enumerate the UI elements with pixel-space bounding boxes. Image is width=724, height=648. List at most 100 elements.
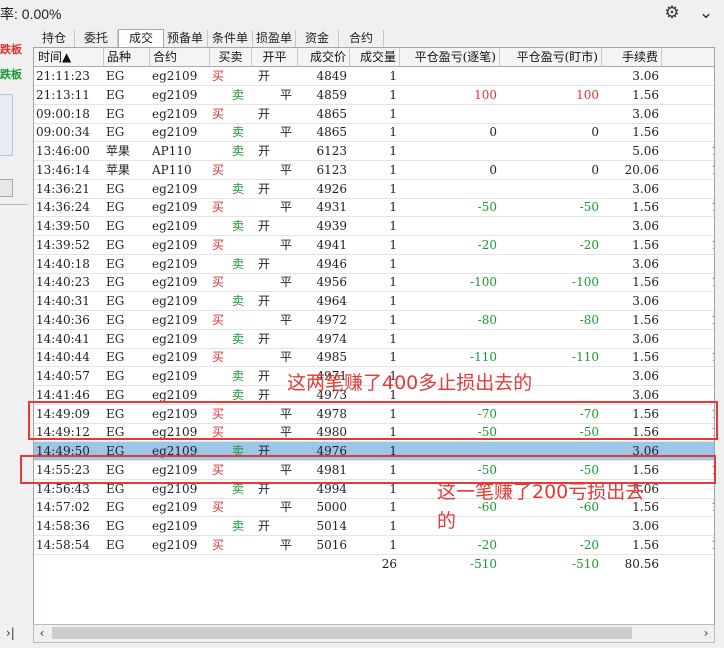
tab-trades[interactable]: 成交 — [118, 29, 164, 49]
tab-stop-orders[interactable]: 损盈单 — [253, 30, 296, 47]
table-row[interactable]: 14:58:36 EG eg2109 卖开 5014 1 3.06 — [34, 517, 714, 536]
cell-contract: eg2109 — [152, 106, 198, 121]
cell-qty: 1 — [389, 69, 397, 83]
cell-pnl2: -50 — [579, 200, 599, 215]
annotation-note-2-line2: 的 — [437, 510, 457, 532]
tab-funds[interactable]: 资金 — [296, 30, 339, 47]
cell-fee: 5.06 — [632, 144, 659, 158]
tab-positions[interactable]: 持仓 — [34, 30, 75, 47]
cell-side: 买 — [212, 500, 225, 515]
cell-oc: 开 — [258, 331, 271, 346]
annotation-note-1: 这两笔赚了400多止损出去的 — [287, 372, 533, 394]
col-extra[interactable]: f — [662, 48, 715, 66]
table-row[interactable]: 13:46:00苹果AP110卖开612315.061 — [34, 142, 714, 161]
table-row[interactable]: 09:00:18 EG eg2109 买 开 4865 1 3.06 — [34, 105, 714, 124]
cell-time: 09:00:18 — [36, 106, 90, 121]
cell-price: 4926 — [316, 181, 347, 196]
tab-orders[interactable]: 委托 — [75, 30, 118, 47]
cell-extra — [662, 255, 714, 273]
cell-time: 14:40:57 — [36, 369, 90, 383]
cell-contract: eg2109 — [152, 237, 198, 252]
cell-pnl2: -80 — [579, 312, 599, 327]
cell-pnl2: -100 — [572, 275, 599, 290]
col-contract[interactable]: 合约 — [150, 48, 210, 66]
cell-extra — [662, 105, 714, 123]
side-panel-box[interactable] — [0, 94, 13, 156]
col-kind[interactable]: 品种 — [104, 48, 150, 66]
cell-extra: 1 — [662, 498, 714, 516]
tab-preset-orders[interactable]: 预备单 — [163, 30, 208, 47]
table-row[interactable]: 14:40:41 EG eg2109 卖开 4974 1 3.06 — [34, 330, 714, 349]
table-row[interactable]: 14:39:50 EG eg2109 卖开 4939 1 3.06 — [34, 217, 714, 236]
table-row[interactable]: 14:36:24EGeg2109买平49311-50-501.561 — [34, 198, 714, 218]
scroll-left-icon[interactable]: ‹ — [34, 625, 50, 642]
cell-kind: EG — [106, 237, 125, 252]
cell-pnl1 — [400, 67, 497, 85]
cell-side: 卖 — [231, 219, 244, 233]
cell-extra: 1 — [662, 311, 714, 329]
cell-side: 买 — [212, 200, 225, 215]
col-price[interactable]: 成交价 — [298, 48, 350, 66]
col-pnl-market[interactable]: 平仓盈亏(盯市) — [500, 48, 602, 66]
cell-price: 5016 — [316, 537, 347, 552]
cell-price: 4964 — [316, 294, 347, 308]
cell-pnl2: -20 — [579, 237, 599, 252]
table-row[interactable]: 09:00:34 EG eg2109 卖 平 4865 1 0 0 1.56 — [34, 123, 714, 143]
cell-kind: EG — [106, 500, 125, 515]
side-panel-button[interactable] — [0, 179, 13, 197]
col-pnl-trade[interactable]: 平仓盈亏(逐笔) — [400, 48, 500, 66]
table-row[interactable]: 14:40:31 EG eg2109 卖开 4964 1 3.06 — [34, 292, 714, 311]
col-open-close[interactable]: 开平 — [252, 48, 298, 66]
col-qty[interactable]: 成交量 — [350, 48, 400, 66]
cell-contract: eg2109 — [152, 294, 198, 308]
cell-contract: eg2109 — [152, 537, 198, 552]
divider — [0, 204, 28, 205]
col-fee[interactable]: 手续费 — [602, 48, 662, 66]
table-row[interactable]: 14:40:23EGeg2109买平49561-100-1001.561 — [34, 273, 714, 293]
cell-time: 14:39:52 — [36, 237, 90, 252]
table-row[interactable]: 14:40:18 EG eg2109 卖开 4946 1 3.06 — [34, 255, 714, 274]
cell-kind: EG — [106, 312, 125, 327]
collapse-panel-icon[interactable]: ›| — [6, 626, 15, 640]
table-row[interactable]: 14:58:54EGeg2109买平50161-20-201.561 — [34, 536, 714, 555]
cell-side: 买 — [212, 537, 225, 552]
cell-contract: eg2109 — [152, 500, 198, 515]
table-row[interactable]: 14:39:52EGeg2109买平49411-20-201.561 — [34, 236, 714, 255]
scroll-right-icon[interactable]: › — [698, 625, 714, 642]
cell-extra — [662, 292, 714, 310]
cell-fee: 20.06 — [624, 162, 659, 177]
table-row[interactable]: 14:40:36EGeg2109买平49721-80-801.561 — [34, 311, 714, 330]
cell-fee: 3.06 — [632, 181, 659, 196]
cell-time: 13:46:00 — [36, 144, 90, 158]
cell-oc: 开 — [258, 106, 271, 121]
table-row[interactable]: 21:11:23 EG eg2109 买 开 4849 1 3.06 — [34, 67, 714, 86]
col-side[interactable]: 买卖 — [210, 48, 252, 66]
cell-oc: 开 — [258, 181, 271, 196]
col-time[interactable]: 时间▲ — [34, 48, 104, 66]
table-row[interactable]: 21:13:11 EG eg2109 卖 平 4859 1 100 100 1.56 — [34, 86, 714, 105]
table-row[interactable]: 14:40:44EGeg2109买平49851-110-1101.561 — [34, 348, 714, 368]
cell-fee: 1.56 — [632, 537, 659, 552]
cell-contract: eg2109 — [152, 69, 198, 83]
cell-contract: eg2109 — [152, 87, 198, 102]
cell-qty: 1 — [389, 500, 397, 515]
cell-side: 卖 — [231, 125, 244, 140]
cell-fee: 1.56 — [632, 312, 659, 327]
cell-time: 09:00:34 — [36, 125, 90, 140]
table-row[interactable]: 14:36:21 EG eg2109 卖开 4926 1 3.06 — [34, 180, 714, 199]
cell-pnl2 — [500, 105, 599, 123]
tab-conditional-orders[interactable]: 条件单 — [208, 30, 253, 47]
cell-qty: 1 — [389, 312, 397, 327]
cell-side: 卖 — [231, 144, 244, 158]
cell-extra — [662, 86, 714, 104]
scrollbar-thumb[interactable] — [52, 627, 632, 639]
tab-contracts[interactable]: 合约 — [339, 30, 384, 47]
cell-pnl1: -20 — [477, 237, 497, 252]
gear-icon[interactable]: ⚙ — [662, 3, 682, 23]
cell-contract: AP110 — [152, 162, 192, 177]
table-row[interactable]: 13:46:14苹果AP110买平612310020.061 — [34, 161, 714, 180]
collapse-down-icon[interactable]: ⌄ — [696, 3, 716, 23]
horizontal-scrollbar[interactable]: ‹ › — [33, 624, 715, 643]
cell-extra — [662, 217, 714, 235]
cell-qty: 1 — [389, 237, 397, 252]
